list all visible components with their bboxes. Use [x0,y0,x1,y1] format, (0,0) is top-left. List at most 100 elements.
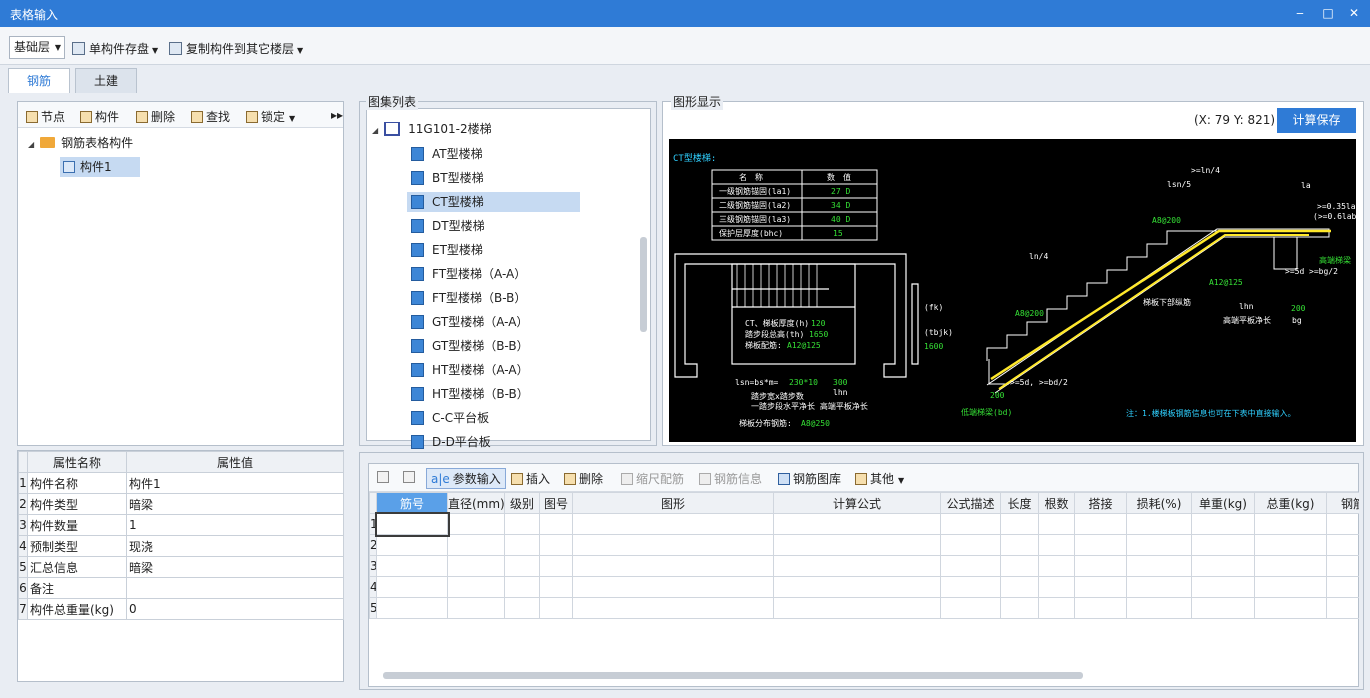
save-single-button[interactable]: 单构件存盘 ▼ [72,40,158,57]
grid-header-cell[interactable]: 总重(kg) [1254,492,1327,514]
grid-cell[interactable] [1126,576,1192,598]
minimize-icon[interactable]: ‒ [1289,4,1311,22]
grid-cell[interactable] [940,576,1001,598]
grid-cell[interactable] [1126,597,1192,619]
grid-cell[interactable] [1191,597,1255,619]
prop-value[interactable]: 1 [126,514,344,536]
add-node-button[interactable]: 节点 [26,108,65,125]
grid-cell[interactable] [1126,513,1192,535]
maximize-icon[interactable]: □ [1317,4,1339,22]
grid-cell[interactable] [1191,576,1255,598]
table-row[interactable]: 4 预制类型 现浇 [18,535,344,557]
prop-value[interactable]: 暗梁 [126,556,344,578]
grid-cell[interactable] [1000,576,1039,598]
grid-cell[interactable] [572,513,774,535]
grid-cell[interactable] [1191,513,1255,535]
grid-cell[interactable] [1126,555,1192,577]
grid-header-cell[interactable]: 图形 [572,492,774,514]
atlas-item[interactable]: CT型楼梯 [407,192,580,212]
table-row[interactable]: 7 构件总重量(kg) 0 [18,598,344,620]
grid-cell[interactable] [1254,597,1327,619]
more-icon[interactable]: ▸▸ [331,108,343,122]
grid-cell[interactable] [1191,534,1255,556]
grid-header-cell[interactable]: 损耗(%) [1126,492,1192,514]
grid-cell[interactable] [940,513,1001,535]
table-row[interactable]: 5 [369,597,1359,619]
grid-cell[interactable] [539,513,573,535]
atlas-item[interactable]: GT型楼梯（B-B） [407,336,580,356]
grid-delete-button[interactable]: 删除 [564,470,603,487]
grid-cell[interactable] [572,597,774,619]
grid-cell[interactable] [1000,597,1039,619]
param-input-button[interactable]: a|e 参数输入 [426,468,506,489]
collapse-icon[interactable]: ◢ [372,126,378,135]
table-row[interactable]: 2 [369,534,1359,556]
atlas-item[interactable]: D-D平台板 [407,432,580,452]
table-row[interactable]: 5 汇总信息 暗梁 [18,556,344,578]
grid-header-cell[interactable]: 长度 [1000,492,1039,514]
rebar-library-button[interactable]: 钢筋图库 [778,470,841,487]
grid-cell[interactable] [504,576,540,598]
grid-cell[interactable] [1038,513,1075,535]
grid-header-cell[interactable]: 单重(kg) [1191,492,1255,514]
table-row[interactable]: 3 [369,555,1359,577]
grid-hscrollbar[interactable] [383,672,1083,679]
grid-cell[interactable] [1126,534,1192,556]
grid-cell[interactable] [1074,555,1127,577]
grid-cell[interactable] [940,597,1001,619]
grid-cell[interactable] [1074,513,1127,535]
grid-cell[interactable] [1074,576,1127,598]
grid-cell[interactable] [447,513,505,535]
grid-cell[interactable] [1191,555,1255,577]
grid-header-cell[interactable]: 搭接 [1074,492,1127,514]
atlas-item[interactable]: AT型楼梯 [407,144,580,164]
grid-cell[interactable] [376,555,448,577]
grid-header-cell[interactable]: 公式描述 [940,492,1001,514]
grid-cell[interactable] [447,555,505,577]
prop-value[interactable] [126,577,344,599]
grid-header-cell[interactable]: 图号 [539,492,573,514]
atlas-item[interactable]: GT型楼梯（A-A） [407,312,580,332]
lock-button[interactable]: 锁定 ▼ [246,108,295,125]
atlas-scrollbar[interactable] [640,237,647,332]
grid-cell[interactable] [773,597,941,619]
atlas-item[interactable]: C-C平台板 [407,408,580,428]
tree-root[interactable]: ◢ 钢筋表格构件 [28,133,133,153]
other-button[interactable]: 其他 ▼ [855,470,904,487]
delete-button[interactable]: 删除 [136,108,175,125]
move-down-icon[interactable] [403,470,418,484]
grid-header-cell[interactable]: 钢筋 [1326,492,1359,514]
grid-cell[interactable] [447,597,505,619]
grid-header-cell[interactable]: 筋号 [376,492,448,514]
grid-cell[interactable] [940,555,1001,577]
collapse-icon[interactable]: ◢ [28,140,34,149]
grid-cell[interactable] [1038,534,1075,556]
grid-cell[interactable] [572,555,774,577]
table-row[interactable]: 6 备注 [18,577,344,599]
grid-cell[interactable] [1326,534,1359,556]
grid-cell[interactable] [773,555,941,577]
grid-cell[interactable] [572,576,774,598]
atlas-item[interactable]: BT型楼梯 [407,168,580,188]
calc-save-button[interactable]: 计算保存 [1277,108,1356,133]
grid-cell[interactable] [539,555,573,577]
grid-cell[interactable] [1326,513,1359,535]
grid-cell[interactable] [773,513,941,535]
prop-value[interactable]: 现浇 [126,535,344,557]
prop-value[interactable]: 0 [126,598,344,620]
grid-cell[interactable] [1038,597,1075,619]
grid-cell[interactable] [374,511,450,537]
atlas-item[interactable]: HT型楼梯（A-A） [407,360,580,380]
atlas-item[interactable]: FT型楼梯（A-A） [407,264,580,284]
grid-header-cell[interactable]: 级别 [504,492,540,514]
grid-cell[interactable] [1326,597,1359,619]
tree-item-component1[interactable]: 构件1 [60,157,140,177]
floor-select[interactable]: 基础层 ▼ [9,36,65,59]
grid-cell[interactable] [1326,576,1359,598]
insert-button[interactable]: 插入 [511,470,550,487]
grid-cell[interactable] [504,597,540,619]
grid-cell[interactable] [1074,597,1127,619]
add-component-button[interactable]: 构件 [80,108,119,125]
grid-cell[interactable] [1000,513,1039,535]
grid-cell[interactable] [447,576,505,598]
